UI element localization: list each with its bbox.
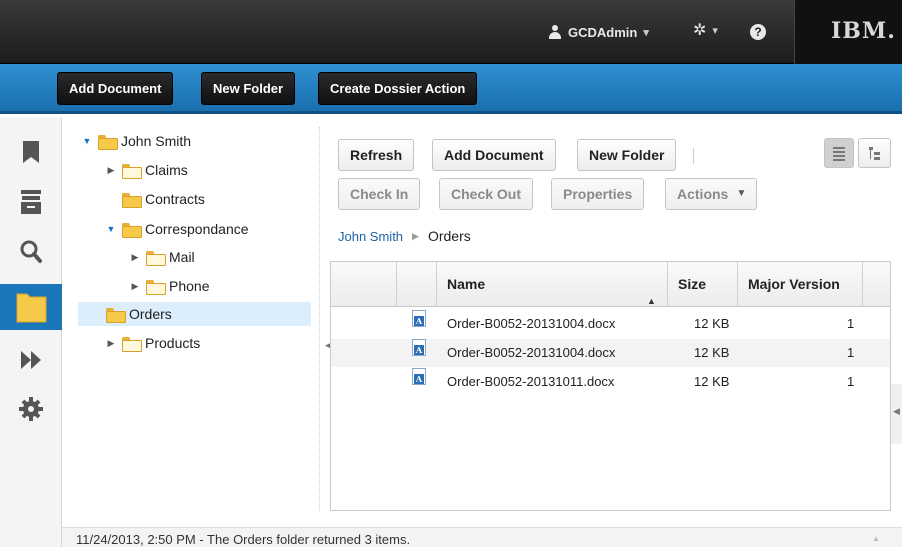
word-document-icon <box>412 368 426 385</box>
tree-node-label: Phone <box>169 278 210 294</box>
pane-splitter[interactable] <box>319 127 324 511</box>
collapsed-arrow-icon[interactable]: ▶ <box>130 281 140 292</box>
document-grid: Name ▲ Size Major Version Order-B0052-20… <box>330 261 891 511</box>
file-size: 12 KB <box>694 374 730 389</box>
settings-menu[interactable]: ✲ ▾ <box>693 20 718 40</box>
user-icon <box>548 25 562 39</box>
expand-panel-icon: ◀ <box>893 406 900 416</box>
folder-icon[interactable] <box>0 284 62 330</box>
search-icon[interactable] <box>0 229 62 275</box>
fast-forward-icon[interactable] <box>0 339 62 385</box>
tree-node-label: Correspondance <box>145 221 249 237</box>
chevron-down-icon: ▼ <box>736 188 747 199</box>
breadcrumb-root-link[interactable]: John Smith <box>338 229 403 244</box>
gear-icon[interactable] <box>0 387 62 433</box>
word-document-icon <box>412 339 426 356</box>
collapsed-arrow-icon[interactable]: ▶ <box>130 252 140 263</box>
top-header-bar: GCDAdmin ▾ ✲ ▾ ? IBM. <box>0 0 902 64</box>
refresh-button[interactable]: Refresh <box>338 139 415 171</box>
folder-tree: ▼ John Smith ▶ Claims Contracts ▼ Corres… <box>62 117 319 517</box>
tree-node-label: Orders <box>129 306 172 322</box>
major-version-column-header[interactable]: Major Version <box>738 262 863 307</box>
file-name[interactable]: Order-B0052-20131004.docx <box>447 339 615 367</box>
tree-node-phone[interactable]: ▶ Phone <box>130 274 209 298</box>
check-out-button[interactable]: Check Out <box>439 178 534 210</box>
folder-icon <box>146 250 166 266</box>
username-label: GCDAdmin <box>568 24 638 40</box>
tree-node-orders[interactable]: Orders <box>78 302 311 326</box>
tree-node-john-smith[interactable]: ▼ John Smith <box>82 129 191 153</box>
folder-icon <box>122 222 142 238</box>
tree-node-correspondance[interactable]: ▼ Correspondance <box>106 217 249 241</box>
archive-box-icon[interactable] <box>0 179 62 225</box>
folder-icon <box>106 307 126 323</box>
table-row[interactable]: Order-B0052-20131004.docx 12 KB 1 <box>331 310 890 338</box>
major-version: 1 <box>847 345 855 360</box>
chevron-down-icon: ▾ <box>643 26 649 39</box>
status-bar: 11/24/2013, 2:50 PM - The Orders folder … <box>62 527 902 547</box>
create-dossier-action-button[interactable]: Create Dossier Action <box>318 72 478 105</box>
tree-node-contracts[interactable]: Contracts <box>106 187 205 211</box>
expanded-arrow-icon[interactable]: ▼ <box>106 224 116 234</box>
folder-icon <box>146 279 166 295</box>
grid-header: Name ▲ Size Major Version <box>331 262 890 307</box>
size-column-header[interactable]: Size <box>668 262 738 307</box>
tree-node-label: John Smith <box>121 133 192 149</box>
table-row[interactable]: Order-B0052-20131004.docx 12 KB 1 <box>331 339 890 367</box>
tree-node-label: Claims <box>145 162 188 178</box>
tree-node-mail[interactable]: ▶ Mail <box>130 245 195 269</box>
tree-node-label: Products <box>145 335 201 351</box>
help-icon[interactable]: ? <box>750 24 766 40</box>
folder-icon <box>122 336 142 352</box>
file-size: 12 KB <box>694 316 730 331</box>
new-folder-toolbar-button[interactable]: New Folder <box>577 139 677 171</box>
icon-column-header[interactable] <box>397 262 437 307</box>
breadcrumb: John Smith ▶ Orders <box>338 228 471 244</box>
tree-node-label: Contracts <box>145 191 205 207</box>
file-name[interactable]: Order-B0052-20131004.docx <box>447 310 615 338</box>
tree-node-claims[interactable]: ▶ Claims <box>106 158 188 182</box>
toolbar-separator <box>693 148 694 164</box>
ibm-logo: IBM. <box>831 18 896 44</box>
right-panel-toggle[interactable]: ◀ <box>891 384 902 444</box>
major-version: 1 <box>847 316 855 331</box>
folder-icon <box>98 134 118 150</box>
folder-icon <box>122 192 142 208</box>
tree-node-label: Mail <box>169 249 195 265</box>
add-document-button[interactable]: Add Document <box>57 72 174 105</box>
actions-dropdown[interactable]: Actions ▼ <box>665 178 758 210</box>
table-row[interactable]: Order-B0052-20131011.docx 12 KB 1 <box>331 368 890 396</box>
word-document-icon <box>412 310 426 327</box>
properties-button[interactable]: Properties <box>551 178 645 210</box>
collapsed-arrow-icon[interactable]: ▶ <box>106 338 116 349</box>
folder-icon <box>122 163 142 179</box>
breadcrumb-separator-icon: ▶ <box>412 230 419 241</box>
expand-status-icon[interactable]: ▲ <box>872 534 880 543</box>
add-document-toolbar-button[interactable]: Add Document <box>432 139 556 171</box>
name-column-header[interactable]: Name ▲ <box>437 262 668 307</box>
breadcrumb-current: Orders <box>427 228 471 244</box>
bookmark-icon[interactable] <box>0 129 62 175</box>
collapsed-arrow-icon[interactable]: ▶ <box>106 165 116 176</box>
major-version: 1 <box>847 374 855 389</box>
new-folder-button[interactable]: New Folder <box>201 72 296 105</box>
expanded-arrow-icon[interactable]: ▼ <box>82 136 92 146</box>
tree-view-toggle[interactable] <box>858 138 891 168</box>
sun-gear-icon: ✲ <box>693 22 707 39</box>
feature-rail <box>0 117 62 547</box>
chevron-down-icon: ▾ <box>712 24 718 37</box>
select-column-header[interactable] <box>331 262 397 307</box>
actions-label: Actions <box>677 186 729 202</box>
file-name[interactable]: Order-B0052-20131011.docx <box>447 368 614 396</box>
check-in-button[interactable]: Check In <box>338 178 421 210</box>
user-menu[interactable]: GCDAdmin ▾ <box>548 20 649 44</box>
file-size: 12 KB <box>694 345 730 360</box>
details-view-toggle[interactable] <box>824 138 854 168</box>
tree-node-products[interactable]: ▶ Products <box>106 331 200 355</box>
status-message: 11/24/2013, 2:50 PM - The Orders folder … <box>76 532 411 547</box>
